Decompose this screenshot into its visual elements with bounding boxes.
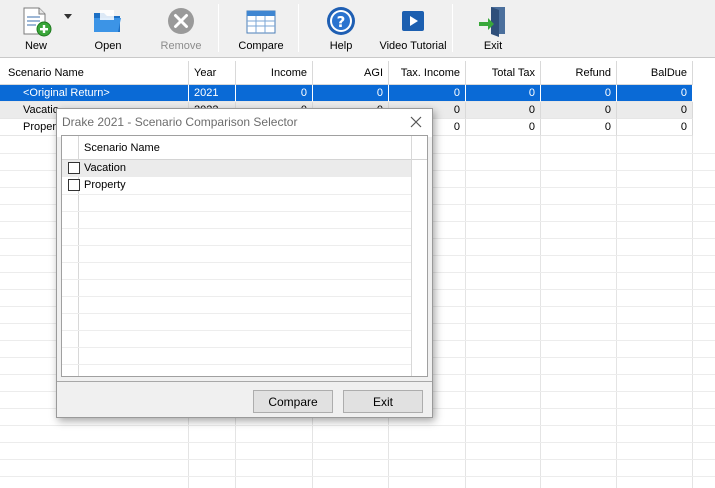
open-button-label: Open bbox=[94, 40, 122, 52]
cell-refund: 0 bbox=[541, 102, 617, 119]
help-button[interactable]: ? Help bbox=[320, 0, 362, 58]
col-header-scenario-name[interactable]: Scenario Name bbox=[0, 61, 189, 85]
play-icon bbox=[396, 4, 430, 38]
cell-year: 2021 bbox=[189, 85, 236, 102]
cell-total-tax: 0 bbox=[466, 85, 541, 102]
cell-baldue: 0 bbox=[617, 119, 693, 136]
video-tutorial-button-label: Video Tutorial bbox=[379, 40, 447, 52]
col-header-agi[interactable]: AGI bbox=[313, 61, 389, 85]
exit-button-label: Exit bbox=[483, 40, 503, 52]
toolbar-separator bbox=[452, 4, 453, 52]
cell-baldue: 0 bbox=[617, 102, 693, 119]
vacation-checkbox[interactable] bbox=[68, 162, 80, 174]
cell-baldue: 0 bbox=[617, 85, 693, 102]
grid-header: Scenario Name Year Income AGI Tax. Incom… bbox=[0, 61, 693, 85]
list-item[interactable]: Vacation bbox=[62, 160, 411, 177]
new-button-label: New bbox=[24, 40, 47, 52]
cell-refund: 0 bbox=[541, 119, 617, 136]
svg-text:?: ? bbox=[337, 13, 346, 31]
cell-tax-income: 0 bbox=[389, 85, 466, 102]
help-icon: ? bbox=[324, 4, 358, 38]
dialog-title: Drake 2021 - Scenario Comparison Selecto… bbox=[62, 115, 298, 129]
list-item[interactable]: Property bbox=[62, 177, 411, 194]
scenario-list: Scenario Name Vacation Property bbox=[61, 135, 428, 377]
close-icon[interactable] bbox=[408, 114, 424, 130]
list-item-label: Vacation bbox=[84, 162, 126, 174]
col-header-baldue[interactable]: BalDue bbox=[617, 61, 693, 85]
compare-button[interactable]: Compare bbox=[253, 390, 333, 413]
folder-icon bbox=[91, 4, 125, 38]
compare-button-label: Compare bbox=[238, 40, 284, 52]
chevron-down-icon[interactable] bbox=[64, 14, 72, 19]
col-header-year[interactable]: Year bbox=[189, 61, 236, 85]
col-header-scenario-name[interactable]: Scenario Name bbox=[84, 142, 160, 154]
cell-total-tax: 0 bbox=[466, 119, 541, 136]
new-button[interactable]: New bbox=[14, 0, 72, 58]
cell-total-tax: 0 bbox=[466, 102, 541, 119]
col-header-tax-income[interactable]: Tax. Income bbox=[389, 61, 466, 85]
dialog-title-bar[interactable]: Drake 2021 - Scenario Comparison Selecto… bbox=[57, 109, 432, 137]
exit-button[interactable]: Exit bbox=[472, 0, 514, 58]
scenario-comparison-dialog: Drake 2021 - Scenario Comparison Selecto… bbox=[56, 108, 433, 418]
open-button[interactable]: Open bbox=[86, 0, 130, 58]
compare-table-icon bbox=[244, 4, 278, 38]
footer-divider bbox=[57, 381, 432, 382]
compare-button[interactable]: Compare bbox=[236, 0, 286, 58]
remove-button-label: Remove bbox=[160, 40, 202, 52]
remove-icon bbox=[164, 4, 198, 38]
exit-door-icon bbox=[476, 4, 510, 38]
new-scenario-icon bbox=[19, 4, 53, 38]
toolbar: New Open Remove Compare ? Help Video Tut… bbox=[0, 0, 715, 58]
col-header-income[interactable]: Income bbox=[236, 61, 313, 85]
cell-scenario-name: <Original Return> bbox=[0, 85, 189, 102]
list-header: Scenario Name bbox=[62, 136, 427, 160]
remove-button[interactable]: Remove bbox=[155, 0, 207, 58]
video-tutorial-button[interactable]: Video Tutorial bbox=[377, 0, 449, 58]
table-row[interactable]: <Original Return> 2021 0 0 0 0 0 0 bbox=[0, 85, 693, 102]
help-button-label: Help bbox=[329, 40, 353, 52]
property-checkbox[interactable] bbox=[68, 179, 80, 191]
cell-income: 0 bbox=[236, 85, 313, 102]
toolbar-separator bbox=[298, 4, 299, 52]
list-item-label: Property bbox=[84, 179, 126, 191]
toolbar-separator bbox=[218, 4, 219, 52]
col-header-refund[interactable]: Refund bbox=[541, 61, 617, 85]
cell-refund: 0 bbox=[541, 85, 617, 102]
cell-agi: 0 bbox=[313, 85, 389, 102]
exit-button[interactable]: Exit bbox=[343, 390, 423, 413]
col-header-total-tax[interactable]: Total Tax bbox=[466, 61, 541, 85]
list-grid-lines bbox=[62, 194, 411, 365]
